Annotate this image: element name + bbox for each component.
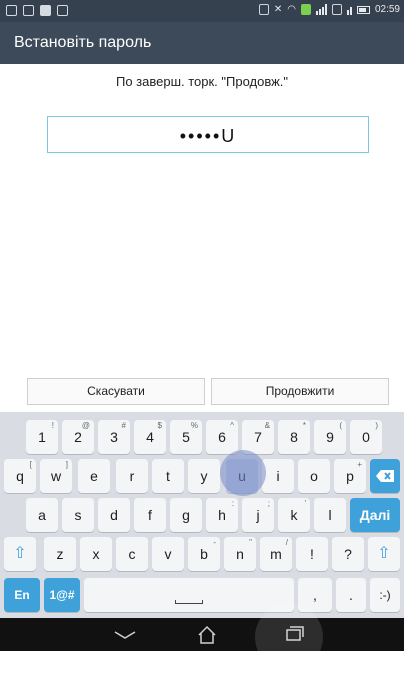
password-input[interactable]: •••••U — [47, 116, 369, 153]
instruction-text: По заверш. торк. "Продовж." — [115, 74, 289, 89]
space-icon — [175, 600, 203, 604]
backspace-icon — [376, 470, 394, 482]
key-i[interactable]: i — [262, 459, 294, 493]
key-j[interactable]: j; — [242, 498, 274, 532]
key-x[interactable]: x — [80, 537, 112, 571]
key-p[interactable]: p + — [334, 459, 366, 493]
key-v[interactable]: v — [152, 537, 184, 571]
key-question[interactable]: ? — [332, 537, 364, 571]
home-button[interactable] — [184, 618, 230, 651]
key-3[interactable]: 3 # — [98, 420, 130, 454]
key-9[interactable]: 9( — [314, 420, 346, 454]
nfc-icon — [331, 4, 342, 15]
title-bar: Встановіть пароль — [0, 22, 404, 64]
key-t[interactable]: t — [152, 459, 184, 493]
language-button[interactable]: En — [4, 578, 40, 612]
key-2[interactable]: 2 @ — [62, 420, 94, 454]
key-1[interactable]: 1! — [26, 420, 58, 454]
status-time: 02:59 — [374, 4, 400, 15]
shift-icon: ⇧ — [13, 545, 27, 562]
page-title: Встановіть пароль — [14, 34, 152, 51]
key-8[interactable]: 8 * — [278, 420, 310, 454]
key-y[interactable]: y — [188, 459, 220, 493]
key-7[interactable]: 7 & — [242, 420, 274, 454]
system-icons: ✕ ◠ 02:59 — [258, 4, 400, 15]
continue-button[interactable]: Продовжити — [211, 378, 389, 405]
notification-icons — [6, 5, 68, 16]
key-0[interactable]: 0) — [350, 420, 382, 454]
key-c[interactable]: c — [116, 537, 148, 571]
key-h[interactable]: h: — [206, 498, 238, 532]
key-m[interactable]: m / — [260, 537, 292, 571]
sim-icon — [258, 4, 269, 15]
key-k[interactable]: k ' — [278, 498, 310, 532]
touch-indicator-nav — [255, 603, 323, 671]
key-exclamation[interactable]: ! — [296, 537, 328, 571]
backspace-button[interactable] — [370, 459, 400, 493]
key-b[interactable]: b- — [188, 537, 220, 571]
key-q[interactable]: q[ — [4, 459, 36, 493]
cancel-button[interactable]: Скасувати — [27, 378, 205, 405]
enter-button[interactable]: Далі — [350, 498, 400, 532]
key-f[interactable]: f — [134, 498, 166, 532]
mute-icon: ✕ — [273, 4, 283, 15]
document-icon — [40, 5, 51, 16]
password-value: •••••U — [179, 126, 237, 146]
back-button[interactable] — [102, 618, 148, 651]
key-l[interactable]: l — [314, 498, 346, 532]
key-r[interactable]: r — [116, 459, 148, 493]
calendar-icon — [57, 5, 68, 16]
shift-icon: ⇧ — [377, 545, 391, 562]
key-period[interactable]: . — [336, 578, 366, 612]
key-g[interactable]: g — [170, 498, 202, 532]
space-bar[interactable] — [84, 578, 294, 612]
key-s[interactable]: s — [62, 498, 94, 532]
symbols-button[interactable]: 1@# — [44, 578, 80, 612]
key-a[interactable]: a — [26, 498, 58, 532]
email-icon — [23, 5, 34, 16]
key-5[interactable]: 5% — [170, 420, 202, 454]
key-o[interactable]: o — [298, 459, 330, 493]
key-6[interactable]: 6 ^ — [206, 420, 238, 454]
key-n[interactable]: n " — [224, 537, 256, 571]
signal-icon-2 — [346, 4, 352, 15]
key-w[interactable]: w] — [40, 459, 72, 493]
shift-left-button[interactable]: ⇧ — [4, 537, 36, 571]
back-icon — [114, 631, 136, 639]
key-d[interactable]: d — [98, 498, 130, 532]
signal-icon — [315, 4, 327, 15]
key-z[interactable]: z — [44, 537, 76, 571]
touch-indicator — [220, 450, 266, 496]
data-icon — [300, 4, 311, 15]
navigation-bar — [0, 618, 404, 651]
battery-icon — [356, 5, 370, 14]
key-4[interactable]: 4 $ — [134, 420, 166, 454]
wifi-icon: ◠ — [287, 4, 296, 15]
status-bar: ✕ ◠ 02:59 — [0, 0, 404, 22]
emoticon-button[interactable]: :-) — [370, 578, 400, 612]
shift-right-button[interactable]: ⇧ — [368, 537, 400, 571]
key-e[interactable]: e — [78, 459, 110, 493]
image-icon — [6, 5, 17, 16]
home-icon — [198, 625, 216, 644]
on-screen-keyboard: 1! 2 @ 3 # 4 $ 5% 6 ^ 7 & 8 * 9( 0) q[ w] e r … — [0, 412, 404, 618]
